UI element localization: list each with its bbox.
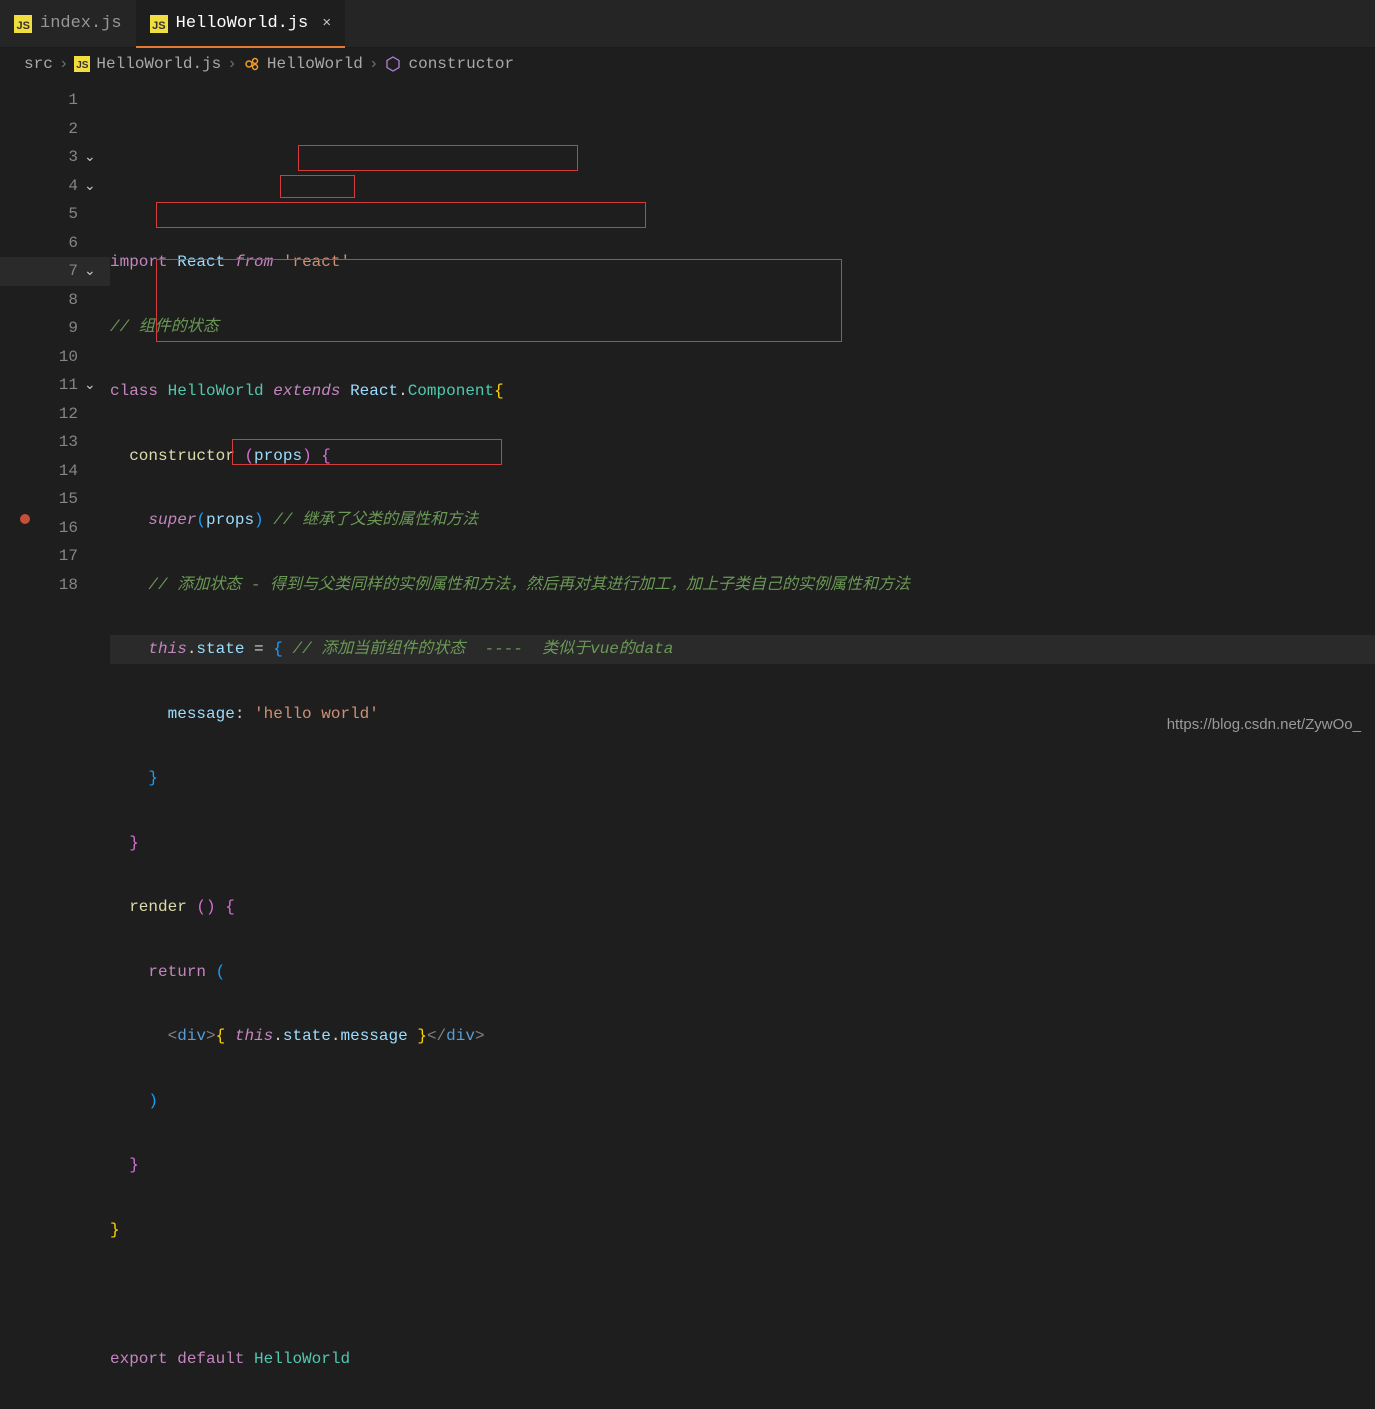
code-line: }	[110, 829, 1375, 858]
code-line: // 组件的状态	[110, 313, 1375, 342]
watermark: https://blog.csdn.net/ZywOo_	[1167, 716, 1361, 733]
code-editor[interactable]: 1 2 3 4 5 6 7 8 9 10 11 12 13 14 15 16 1…	[0, 80, 1375, 1409]
line-number: 11	[0, 371, 84, 400]
code-line: return (	[110, 958, 1375, 987]
line-number: 12	[0, 400, 84, 429]
tab-index-js[interactable]: JS index.js	[0, 0, 136, 47]
tab-helloworld-js[interactable]: JS HelloWorld.js ×	[136, 0, 346, 47]
class-icon	[243, 55, 261, 73]
chevron-right-icon: ›	[227, 55, 237, 73]
breadcrumb-file-label: HelloWorld.js	[96, 55, 221, 73]
code-line: this.state = { // 添加当前组件的状态 ---- 类似于vue的…	[110, 635, 1375, 664]
breadcrumb-folder[interactable]: src	[24, 55, 53, 73]
code-line: // 添加状态 - 得到与父类同样的实例属性和方法，然后再对其进行加工，加上子类…	[110, 571, 1375, 600]
code-line: }	[110, 1151, 1375, 1180]
modified-dot-icon	[20, 514, 30, 524]
annotation-box	[280, 175, 355, 198]
line-number: 17	[0, 542, 84, 571]
code-line: class HelloWorld extends React.Component…	[110, 377, 1375, 406]
chevron-down-icon[interactable]: ⌄	[84, 372, 96, 401]
line-number: 5	[0, 200, 84, 229]
breadcrumb-file[interactable]: JS HelloWorld.js	[74, 55, 221, 73]
line-number: 13	[0, 428, 84, 457]
code-line: constructor (props) {	[110, 442, 1375, 471]
code-line: )	[110, 1087, 1375, 1116]
breadcrumb-method[interactable]: constructor	[384, 55, 514, 73]
breadcrumb: src › JS HelloWorld.js › HelloWorld › co…	[0, 48, 1375, 80]
js-file-icon: JS	[74, 56, 90, 72]
js-file-icon: JS	[14, 15, 32, 33]
line-number: 15	[0, 485, 84, 514]
tab-bar: JS index.js JS HelloWorld.js ×	[0, 0, 1375, 48]
breadcrumb-class-label: HelloWorld	[267, 55, 363, 73]
code-line: }	[110, 1216, 1375, 1245]
line-number: 4	[0, 172, 84, 201]
breadcrumb-method-label: constructor	[408, 55, 514, 73]
chevron-right-icon: ›	[369, 55, 379, 73]
chevron-down-icon[interactable]: ⌄	[84, 144, 96, 173]
line-number: 3	[0, 143, 84, 172]
fold-gutter: ⌄ ⌄ ⌄ ⌄	[84, 86, 110, 1409]
annotation-box	[298, 145, 578, 171]
line-number: 7	[0, 257, 84, 286]
line-number: 2	[0, 115, 84, 144]
code-line: <div>{ this.state.message }</div>	[110, 1022, 1375, 1051]
code-line: export default HelloWorld	[110, 1345, 1375, 1374]
breadcrumb-class[interactable]: HelloWorld	[243, 55, 363, 73]
code-content[interactable]: import React from 'react' // 组件的状态 class…	[110, 86, 1375, 1409]
code-line: import React from 'react'	[110, 248, 1375, 277]
line-number: 9	[0, 314, 84, 343]
js-file-icon: JS	[150, 15, 168, 33]
code-line: }	[110, 764, 1375, 793]
code-line: render () {	[110, 893, 1375, 922]
line-number: 6	[0, 229, 84, 258]
line-number: 10	[0, 343, 84, 372]
line-number: 8	[0, 286, 84, 315]
chevron-down-icon[interactable]: ⌄	[84, 173, 96, 202]
line-number: 18	[0, 571, 84, 600]
code-line	[110, 1280, 1375, 1309]
method-icon	[384, 55, 402, 73]
line-number-gutter: 1 2 3 4 5 6 7 8 9 10 11 12 13 14 15 16 1…	[0, 86, 84, 1409]
tab-label: index.js	[40, 14, 122, 33]
code-line: super(props) // 继承了父类的属性和方法	[110, 506, 1375, 535]
line-number: 16	[0, 514, 84, 543]
line-number: 1	[0, 86, 84, 115]
annotation-box	[156, 202, 646, 228]
close-icon[interactable]: ×	[322, 15, 331, 32]
chevron-down-icon[interactable]: ⌄	[84, 258, 96, 287]
tab-label: HelloWorld.js	[176, 14, 309, 33]
chevron-right-icon: ›	[59, 55, 69, 73]
line-number: 14	[0, 457, 84, 486]
